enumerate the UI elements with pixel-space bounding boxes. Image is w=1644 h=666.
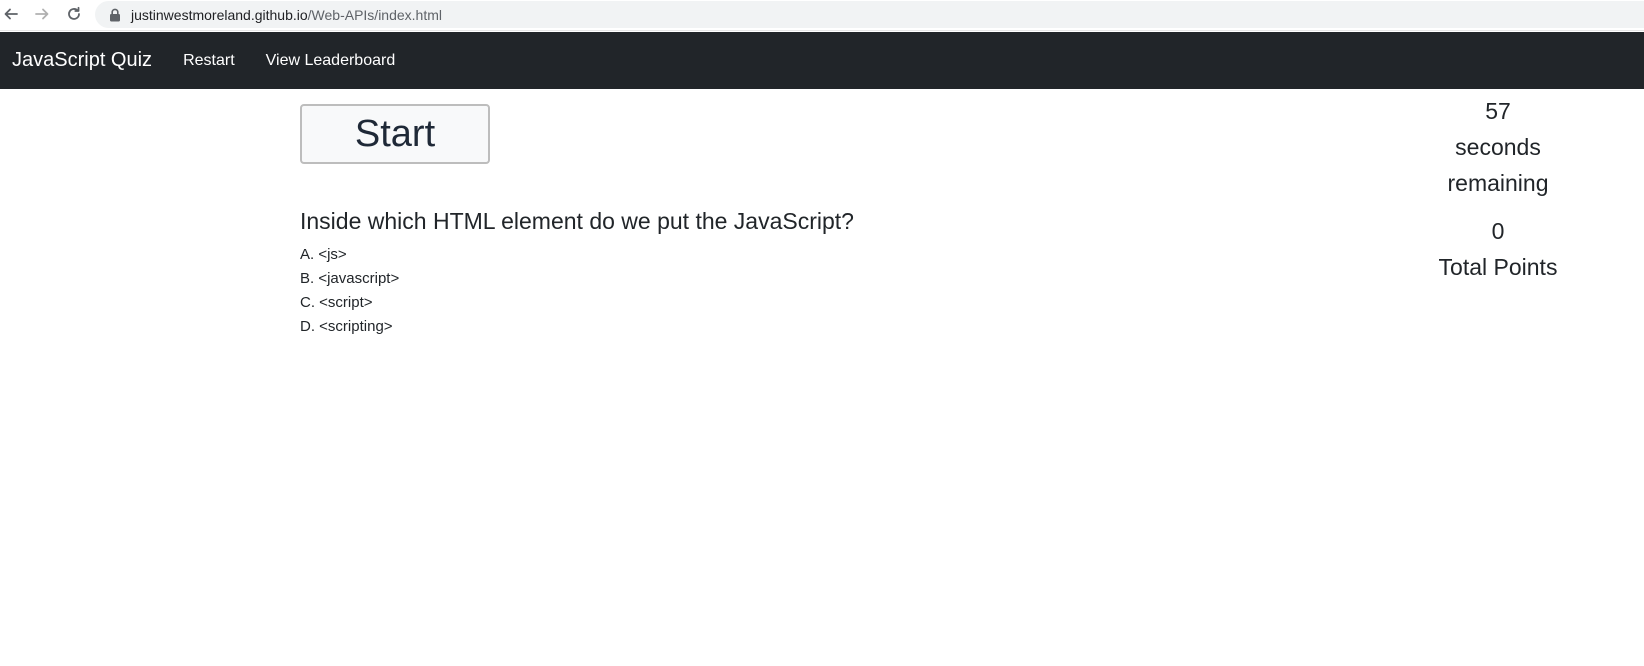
lock-icon[interactable]	[107, 7, 123, 23]
reload-icon[interactable]	[63, 3, 85, 25]
score-label: Total Points	[1438, 254, 1558, 280]
score-value: 0	[1491, 218, 1505, 244]
timer: 57 seconds remaining	[1415, 93, 1581, 201]
restart-link[interactable]: Restart	[183, 52, 235, 70]
url-host: justinwestmoreland.github.io	[131, 6, 308, 23]
arrow-left-icon[interactable]	[0, 3, 22, 25]
navbar: JavaScript Quiz Restart View Leaderboard	[0, 32, 1644, 89]
address-bar[interactable]: justinwestmoreland.github.io/Web-APIs/in…	[95, 1, 1644, 28]
answer-option-a[interactable]: A. <js>	[300, 243, 399, 267]
answer-list: A. <js> B. <javascript> C. <script> D. <…	[300, 243, 399, 339]
answer-option-b[interactable]: B. <javascript>	[300, 267, 399, 291]
question-text: Inside which HTML element do we put the …	[300, 208, 854, 234]
navbar-brand[interactable]: JavaScript Quiz	[12, 49, 152, 72]
answer-option-c[interactable]: C. <script>	[300, 291, 399, 315]
view-leaderboard-link[interactable]: View Leaderboard	[266, 52, 396, 70]
arrow-right-icon[interactable]	[31, 3, 53, 25]
url-text: justinwestmoreland.github.io/Web-APIs/in…	[131, 7, 442, 23]
timer-label-remaining: remaining	[1447, 170, 1549, 196]
timer-value: 57	[1485, 98, 1511, 124]
answer-option-d[interactable]: D. <scripting>	[300, 315, 399, 339]
browser-toolbar: justinwestmoreland.github.io/Web-APIs/in…	[0, 0, 1644, 31]
score: 0 Total Points	[1415, 213, 1581, 285]
start-button[interactable]: Start	[300, 104, 490, 164]
timer-label-seconds: seconds	[1455, 134, 1541, 160]
url-path: /Web-APIs/index.html	[307, 6, 443, 23]
